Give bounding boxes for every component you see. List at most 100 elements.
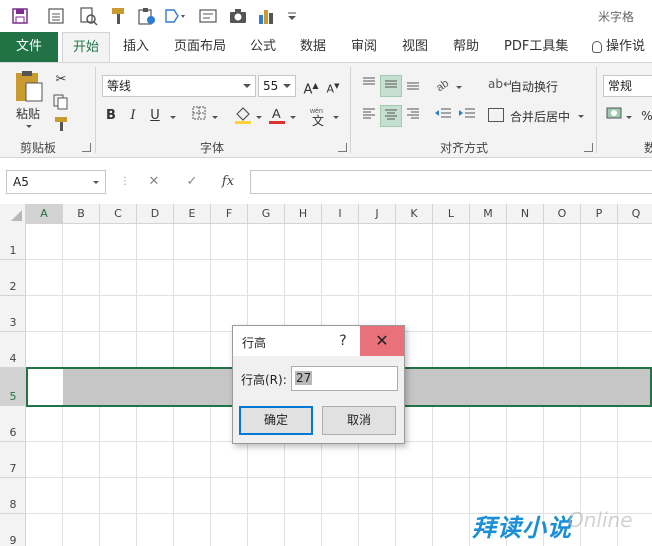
bold-button[interactable]: B <box>100 105 122 127</box>
copy-icon[interactable] <box>50 93 72 115</box>
font-launcher-icon[interactable] <box>338 143 347 152</box>
tab-page-layout[interactable]: 页面布局 <box>164 32 236 62</box>
tab-review[interactable]: 审阅 <box>341 32 387 62</box>
shrink-font-icon[interactable]: A▼ <box>322 75 344 97</box>
orientation-icon[interactable]: ab <box>432 75 454 97</box>
borders-dropdown-icon[interactable] <box>212 116 218 119</box>
orientation-dropdown-icon[interactable] <box>456 86 462 89</box>
column-header-n[interactable]: N <box>507 204 544 224</box>
ok-button[interactable]: 确定 <box>239 406 313 435</box>
font-size-select[interactable]: 55 <box>258 75 296 97</box>
column-header-c[interactable]: C <box>100 204 137 224</box>
column-header-f[interactable]: F <box>211 204 248 224</box>
column-header-d[interactable]: D <box>137 204 174 224</box>
paste-button[interactable]: 粘贴 <box>10 69 46 131</box>
format-painter-icon[interactable] <box>50 115 72 137</box>
save-icon[interactable] <box>10 6 30 26</box>
grow-font-icon[interactable]: A▲ <box>300 75 322 97</box>
tab-help[interactable]: 帮助 <box>443 32 489 62</box>
column-header-q[interactable]: Q <box>618 204 652 224</box>
shape-icon[interactable] <box>162 6 185 26</box>
number-format-select[interactable]: 常规 <box>603 75 652 97</box>
column-header-e[interactable]: E <box>174 204 211 224</box>
column-header-p[interactable]: P <box>581 204 618 224</box>
tab-formulas[interactable]: 公式 <box>240 32 286 62</box>
column-header-i[interactable]: I <box>322 204 359 224</box>
percent-style-icon[interactable]: % <box>636 105 652 127</box>
close-icon[interactable]: ✕ <box>360 326 404 356</box>
name-box[interactable]: A5 <box>6 170 106 194</box>
insert-function-icon[interactable]: fx <box>216 170 240 194</box>
paste-special-icon[interactable] <box>136 6 156 26</box>
accounting-format-icon[interactable] <box>604 105 626 127</box>
svg-text:A: A <box>272 106 281 121</box>
row-height-input[interactable]: 27 <box>291 366 398 391</box>
accounting-dropdown-icon[interactable] <box>626 116 632 119</box>
camera-icon[interactable] <box>228 6 248 26</box>
alignment-launcher-icon[interactable] <box>584 143 593 152</box>
phonetic-dropdown-icon[interactable] <box>333 116 339 119</box>
form-icon[interactable] <box>46 6 66 26</box>
select-all-corner[interactable] <box>0 204 26 224</box>
cancel-entry-icon[interactable]: ✕ <box>142 170 166 194</box>
phonetic-guide-icon[interactable]: wén 文 <box>308 105 330 128</box>
tab-pdf-tools[interactable]: PDF工具集 <box>494 32 578 62</box>
column-header-k[interactable]: K <box>396 204 433 224</box>
font-color-dropdown-icon[interactable] <box>290 116 296 119</box>
tab-file[interactable]: 文件 <box>0 32 58 62</box>
row-header-7[interactable]: 7 <box>0 442 26 478</box>
fill-color-dropdown-icon[interactable] <box>256 116 262 119</box>
column-header-j[interactable]: J <box>359 204 396 224</box>
align-middle-icon[interactable] <box>380 75 402 97</box>
underline-dropdown-icon[interactable] <box>170 116 176 119</box>
chart-icon[interactable] <box>256 6 276 26</box>
print-preview-icon[interactable] <box>78 6 98 26</box>
user-name[interactable]: 米字格 <box>598 8 634 25</box>
column-header-b[interactable]: B <box>63 204 100 224</box>
clipboard-launcher-icon[interactable] <box>82 143 91 152</box>
column-header-o[interactable]: O <box>544 204 581 224</box>
cut-icon[interactable]: ✂ <box>50 69 72 91</box>
row-header-1[interactable]: 1 <box>0 224 26 260</box>
tab-insert[interactable]: 插入 <box>113 32 159 62</box>
tab-home[interactable]: 开始 <box>62 32 111 63</box>
confirm-entry-icon[interactable]: ✓ <box>180 170 204 194</box>
increase-indent-icon[interactable] <box>456 105 478 127</box>
customize-icon[interactable] <box>286 6 306 26</box>
column-header-m[interactable]: M <box>470 204 507 224</box>
cancel-button[interactable]: 取消 <box>322 406 396 435</box>
italic-button[interactable]: I <box>122 105 144 127</box>
formula-input[interactable] <box>250 170 652 194</box>
decrease-indent-icon[interactable] <box>432 105 454 127</box>
fill-color-icon[interactable] <box>232 105 254 127</box>
align-bottom-icon[interactable] <box>402 75 424 97</box>
name-box-value: A5 <box>13 175 29 189</box>
underline-button[interactable]: U <box>144 105 166 127</box>
column-header-h[interactable]: H <box>285 204 322 224</box>
align-left-icon[interactable] <box>358 105 380 127</box>
tab-tell-me[interactable]: 操作说 <box>586 32 652 62</box>
row-header-5[interactable]: 5 <box>0 368 26 406</box>
align-center-icon[interactable] <box>380 105 402 127</box>
tab-data[interactable]: 数据 <box>290 32 336 62</box>
borders-icon[interactable] <box>188 105 210 127</box>
align-right-icon[interactable] <box>402 105 424 127</box>
help-icon[interactable]: ? <box>329 326 357 356</box>
wrap-text-button[interactable]: ab↵ 自动换行 <box>488 75 588 97</box>
merge-center-button[interactable]: 合并后居中 <box>488 105 588 127</box>
column-header-a[interactable]: A <box>26 204 63 224</box>
align-top-icon[interactable] <box>358 75 380 97</box>
row-header-4[interactable]: 4 <box>0 332 26 368</box>
font-name-select[interactable]: 等线 <box>102 75 256 97</box>
format-painter-icon[interactable] <box>108 6 128 26</box>
row-header-8[interactable]: 8 <box>0 478 26 514</box>
column-header-g[interactable]: G <box>248 204 285 224</box>
row-header-3[interactable]: 3 <box>0 296 26 332</box>
row-header-9[interactable]: 9 <box>0 514 26 546</box>
row-header-6[interactable]: 6 <box>0 406 26 442</box>
font-color-icon[interactable]: A <box>266 105 288 127</box>
column-header-l[interactable]: L <box>433 204 470 224</box>
text-box-icon[interactable] <box>198 6 218 26</box>
row-header-2[interactable]: 2 <box>0 260 26 296</box>
tab-view[interactable]: 视图 <box>392 32 438 62</box>
